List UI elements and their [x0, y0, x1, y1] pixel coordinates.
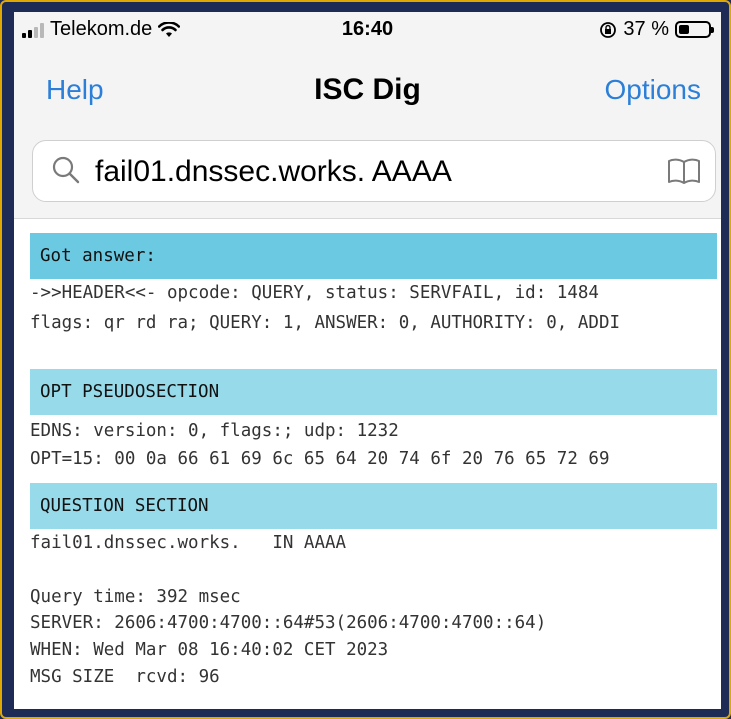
section-header-question: QUESTION SECTION — [30, 483, 717, 529]
query-text: fail01.dnssec.works. AAAA — [95, 155, 452, 188]
output-line: SERVER: 2606:4700:4700::64#53(2606:4700:… — [30, 613, 547, 633]
output-line: MSG SIZE rcvd: 96 — [30, 667, 220, 687]
output-line: OPT=15: 00 0a 66 61 69 6c 65 64 20 74 6f… — [30, 449, 610, 469]
search-icon — [52, 156, 80, 184]
battery-fill — [679, 25, 690, 34]
search-area: fail01.dnssec.works. AAAA — [14, 128, 721, 219]
device-frame: Telekom.de 16:40 37 % Help ISC Dig Optio… — [0, 0, 731, 719]
status-bar: Telekom.de 16:40 37 % — [14, 12, 721, 48]
orientation-lock-icon — [600, 21, 617, 38]
query-input[interactable]: fail01.dnssec.works. AAAA — [32, 140, 716, 202]
book-icon[interactable] — [667, 157, 701, 185]
output-line: Query time: 392 msec — [30, 587, 241, 607]
output-line: WHEN: Wed Mar 08 16:40:02 CET 2023 — [30, 640, 389, 660]
output-line: fail01.dnssec.works. IN AAAA — [30, 533, 347, 553]
navigation-bar: Help ISC Dig Options — [14, 48, 721, 128]
dig-output: Got answer: ->>HEADER<<- opcode: QUERY, … — [14, 219, 721, 709]
battery-label: 37 % — [623, 18, 669, 40]
status-right: 37 % — [599, 18, 714, 41]
section-header-opt: OPT PSEUDOSECTION — [30, 369, 717, 415]
section-header-got-answer: Got answer: — [30, 233, 717, 279]
battery-icon — [675, 21, 714, 38]
output-line: ->>HEADER<<- opcode: QUERY, status: SERV… — [30, 283, 599, 303]
screen: Telekom.de 16:40 37 % Help ISC Dig Optio… — [14, 12, 721, 709]
output-line: EDNS: version: 0, flags:; udp: 1232 — [30, 421, 399, 441]
options-button[interactable]: Options — [605, 74, 702, 106]
output-line: flags: qr rd ra; QUERY: 1, ANSWER: 0, AU… — [30, 313, 621, 333]
